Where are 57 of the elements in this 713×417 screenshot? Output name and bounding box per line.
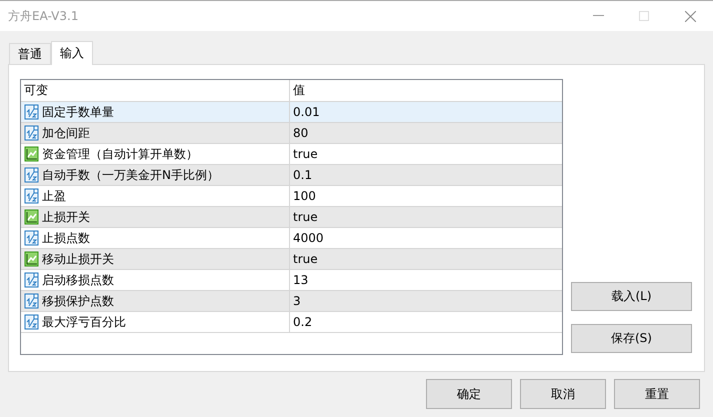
parameter-name: 移损保护点数	[42, 292, 114, 310]
fraction-icon	[24, 104, 40, 120]
dialog-button[interactable]: 确定	[426, 379, 512, 409]
parameter-value: 4000	[293, 231, 324, 245]
column-header[interactable]: 可变	[21, 80, 289, 101]
tab[interactable]: 输入	[51, 41, 93, 65]
parameter-value: 13	[293, 273, 308, 287]
table-row[interactable]: 止盈 100	[21, 186, 562, 207]
table-row[interactable]: 移动止损开关 true	[21, 249, 562, 270]
fraction-icon	[24, 293, 40, 309]
parameter-value: 100	[293, 189, 316, 203]
column-header[interactable]: 值	[289, 80, 562, 101]
table-row[interactable]: 止损开关 true	[21, 207, 562, 228]
parameter-value: true	[293, 147, 318, 161]
table-row[interactable]: 加仓间距 80	[21, 123, 562, 144]
table-row[interactable]: 止损点数 4000	[21, 228, 562, 249]
minimize-icon	[592, 15, 604, 17]
parameter-name: 自动手数（一万美金开N手比例）	[42, 166, 219, 184]
parameter-value: 0.2	[293, 315, 312, 329]
chart-icon	[24, 209, 40, 225]
parameter-value: true	[293, 252, 318, 266]
fraction-icon	[24, 314, 40, 330]
parameter-name: 最大浮亏百分比	[42, 314, 126, 330]
parameter-name: 止盈	[42, 188, 66, 204]
fraction-icon	[24, 188, 40, 204]
fraction-icon	[24, 230, 40, 246]
table-row[interactable]: 移损保护点数 3	[21, 291, 562, 312]
side-button[interactable]: 保存(S)	[571, 324, 692, 353]
fraction-icon	[24, 272, 40, 288]
table-row[interactable]: 启动移损点数 13	[21, 270, 562, 291]
parameter-name: 移动止损开关	[42, 250, 114, 268]
parameter-name: 固定手数单量	[42, 104, 114, 120]
parameter-name: 止损开关	[42, 208, 90, 226]
fraction-icon	[24, 125, 40, 141]
table-row[interactable]: 资金管理（自动计算开单数） true	[21, 144, 562, 165]
parameter-value: true	[293, 210, 318, 224]
close-icon	[684, 10, 696, 22]
table-row[interactable]: 固定手数单量 0.01	[21, 102, 562, 123]
parameter-name: 止损点数	[42, 230, 90, 246]
parameter-name: 启动移损点数	[42, 272, 114, 288]
dialog-button[interactable]: 重置	[614, 379, 700, 409]
parameter-value: 80	[293, 126, 308, 140]
side-button[interactable]: 载入(L)	[571, 282, 692, 311]
chart-icon	[24, 146, 40, 162]
chart-icon	[24, 251, 40, 267]
fraction-icon	[24, 167, 40, 183]
dialog-button[interactable]: 取消	[520, 379, 606, 409]
tab[interactable]: 普通	[9, 43, 51, 64]
table-row[interactable]: 最大浮亏百分比 0.2	[21, 312, 562, 333]
parameter-value: 0.1	[293, 168, 312, 182]
window-title: 方舟EA-V3.1	[8, 8, 80, 24]
parameter-value: 0.01	[293, 105, 320, 119]
maximize-icon	[639, 11, 649, 21]
parameter-name: 加仓间距	[42, 124, 90, 142]
table-row[interactable]: 自动手数（一万美金开N手比例） 0.1	[21, 165, 562, 186]
parameter-value: 3	[293, 294, 301, 308]
parameter-name: 资金管理（自动计算开单数）	[42, 146, 198, 162]
